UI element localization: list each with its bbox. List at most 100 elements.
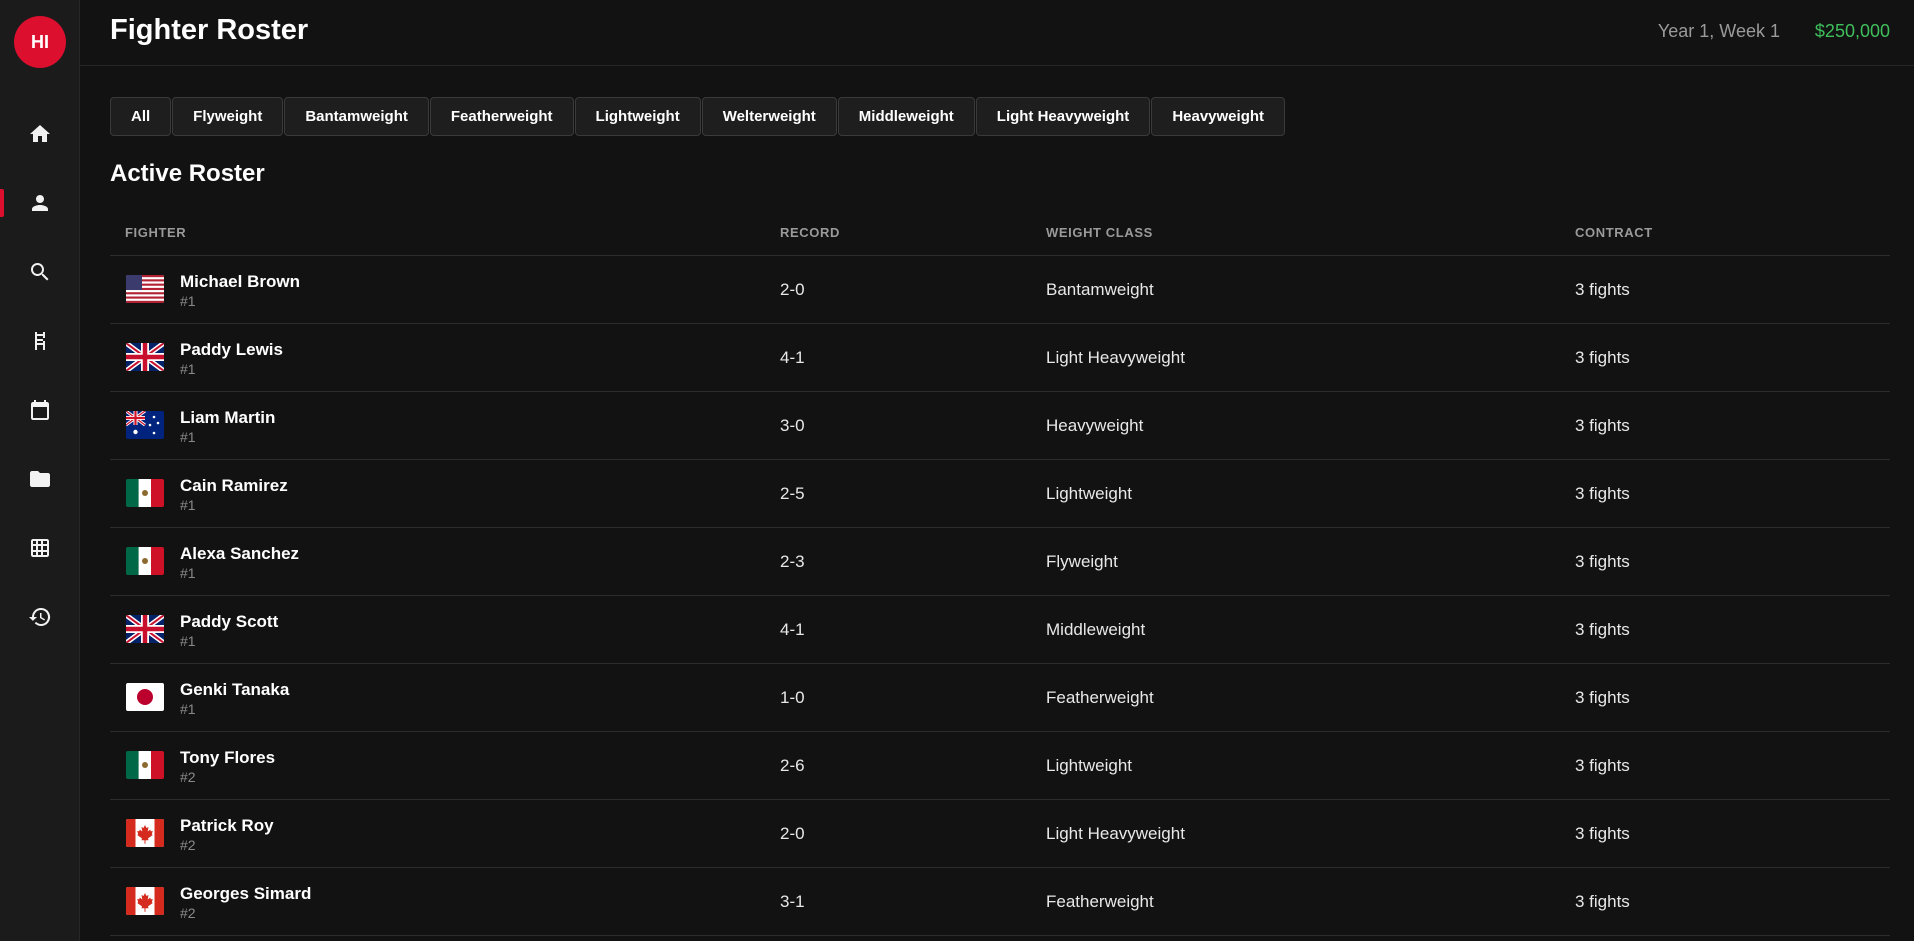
fighter-record: 4-1: [780, 620, 805, 639]
fighter-contract: 3 fights: [1575, 620, 1630, 639]
fighter-rank: #1: [180, 565, 196, 581]
mx-flag-icon: [126, 751, 164, 779]
au-flag-icon: [126, 411, 164, 439]
sidebar-item-events[interactable]: [0, 313, 80, 369]
person-icon: [32, 195, 48, 211]
sidebar-item-files[interactable]: [0, 451, 80, 507]
table-row[interactable]: Georges Simard #2 3-1 Featherweight 3 fi…: [110, 868, 1890, 936]
column-header-contract[interactable]: CONTRACT: [1575, 225, 1653, 240]
boxing-ring-icon: [35, 332, 45, 350]
fighter-rank: #1: [180, 633, 196, 649]
fighter-weight-class: Flyweight: [1046, 552, 1118, 571]
ca-flag-icon: [126, 887, 164, 915]
balance: $250,000: [1814, 21, 1890, 41]
us-flag-icon: [126, 275, 164, 303]
search-icon: [31, 263, 49, 281]
fighter-contract: 3 fights: [1575, 892, 1630, 911]
column-header-weight-class[interactable]: WEIGHT CLASS: [1046, 225, 1153, 240]
fighter-rank: #2: [180, 905, 196, 921]
column-header-fighter[interactable]: FIGHTER: [125, 225, 186, 240]
fighter-record: 2-5: [780, 484, 805, 503]
top-bar: Fighter Roster Year 1, Week 1 $250,000: [80, 0, 1914, 66]
table-row[interactable]: Paddy Scott #1 4-1 Middleweight 3 fights: [110, 596, 1890, 664]
table-row[interactable]: Alexa Sanchez #1 2-3 Flyweight 3 fights: [110, 528, 1890, 596]
sidebar-item-grid[interactable]: [0, 520, 80, 576]
fighter-record: 2-0: [780, 280, 805, 299]
table-row[interactable]: Tony Flores #2 2-6 Lightweight 3 fights: [110, 732, 1890, 800]
table-row[interactable]: Patrick Roy #2 2-0 Light Heavyweight 3 f…: [110, 800, 1890, 868]
filter-welterweight[interactable]: Welterweight: [701, 97, 837, 136]
fighter-record: 4-1: [780, 348, 805, 367]
sidebar-item-roster[interactable]: [0, 175, 80, 231]
filter-light-heavyweight[interactable]: Light Heavyweight: [975, 97, 1151, 136]
table-header: FIGHTER RECORD WEIGHT CLASS CONTRACT: [110, 210, 1890, 256]
calendar-icon: [31, 400, 49, 420]
fighter-contract: 3 fights: [1575, 416, 1630, 435]
filter-middleweight[interactable]: Middleweight: [837, 97, 975, 136]
fighter-rank: #2: [180, 769, 196, 785]
table-row[interactable]: Michael Brown #1 2-0 Bantamweight 3 figh…: [110, 256, 1890, 324]
page-title: Fighter Roster: [110, 14, 309, 46]
fighter-weight-class: Middleweight: [1046, 620, 1146, 639]
fighter-record: 2-3: [780, 552, 805, 571]
folder-icon: [30, 471, 50, 487]
fighter-weight-class: Lightweight: [1046, 756, 1133, 775]
section-title: Active Roster: [110, 160, 265, 187]
fighter-rank: #1: [180, 361, 196, 377]
fighter-record: 1-0: [780, 688, 805, 707]
filter-all[interactable]: All: [110, 97, 172, 136]
history-icon: [29, 607, 51, 626]
mx-flag-icon: [126, 547, 164, 575]
fighter-contract: 3 fights: [1575, 688, 1630, 707]
fighter-weight-class: Light Heavyweight: [1046, 824, 1185, 843]
sidebar-item-history[interactable]: [0, 589, 80, 645]
fighter-rank: #1: [180, 429, 196, 445]
filter-flyweight[interactable]: Flyweight: [172, 97, 284, 136]
fighter-weight-class: Bantamweight: [1046, 280, 1154, 299]
fighter-name[interactable]: Paddy Lewis: [180, 340, 283, 360]
fighter-name[interactable]: Alexa Sanchez: [180, 544, 299, 564]
filter-heavyweight[interactable]: Heavyweight: [1151, 97, 1286, 136]
fighter-name[interactable]: Liam Martin: [180, 408, 275, 428]
table-row[interactable]: Cain Ramirez #1 2-5 Lightweight 3 fights: [110, 460, 1890, 528]
fighter-contract: 3 fights: [1575, 280, 1630, 299]
sidebar-item-search[interactable]: [0, 244, 80, 300]
filter-lightweight[interactable]: Lightweight: [574, 97, 701, 136]
game-date: Year 1, Week 1: [1657, 21, 1780, 41]
fighter-contract: 3 fights: [1575, 484, 1630, 503]
sidebar-item-calendar[interactable]: [0, 382, 80, 438]
mx-flag-icon: [126, 479, 164, 507]
uk-flag-icon: [126, 615, 164, 643]
avatar[interactable]: HI: [14, 16, 66, 68]
fighter-record: 3-1: [780, 892, 805, 911]
fighter-name[interactable]: Cain Ramirez: [180, 476, 288, 496]
fighter-record: 3-0: [780, 416, 805, 435]
fighter-name[interactable]: Patrick Roy: [180, 816, 274, 836]
uk-flag-icon: [126, 343, 164, 371]
fighter-name[interactable]: Genki Tanaka: [180, 680, 289, 700]
home-icon: [30, 125, 50, 142]
fighter-rank: #1: [180, 293, 196, 309]
fighter-rank: #1: [180, 497, 196, 513]
fighter-weight-class: Featherweight: [1046, 688, 1154, 707]
fighter-name[interactable]: Tony Flores: [180, 748, 275, 768]
weight-class-filters: All Flyweight Bantamweight Featherweight…: [110, 97, 1286, 136]
fighter-weight-class: Heavyweight: [1046, 416, 1144, 435]
fighter-contract: 3 fights: [1575, 348, 1630, 367]
fighter-name[interactable]: Michael Brown: [180, 272, 300, 292]
filter-bantamweight[interactable]: Bantamweight: [284, 97, 429, 136]
fighter-rank: #1: [180, 701, 196, 717]
table-row[interactable]: Liam Martin #1 3-0 Heavyweight 3 fights: [110, 392, 1890, 460]
grid-icon: [31, 539, 49, 557]
fighter-record: 2-6: [780, 756, 805, 775]
fighter-contract: 3 fights: [1575, 552, 1630, 571]
fighter-contract: 3 fights: [1575, 824, 1630, 843]
fighter-name[interactable]: Paddy Scott: [180, 612, 278, 632]
jp-flag-icon: [126, 683, 164, 711]
fighter-name[interactable]: Georges Simard: [180, 884, 311, 904]
table-row[interactable]: Genki Tanaka #1 1-0 Featherweight 3 figh…: [110, 664, 1890, 732]
sidebar-item-home[interactable]: [0, 106, 80, 162]
filter-featherweight[interactable]: Featherweight: [429, 97, 574, 136]
table-row[interactable]: Paddy Lewis #1 4-1 Light Heavyweight 3 f…: [110, 324, 1890, 392]
column-header-record[interactable]: RECORD: [780, 225, 840, 240]
